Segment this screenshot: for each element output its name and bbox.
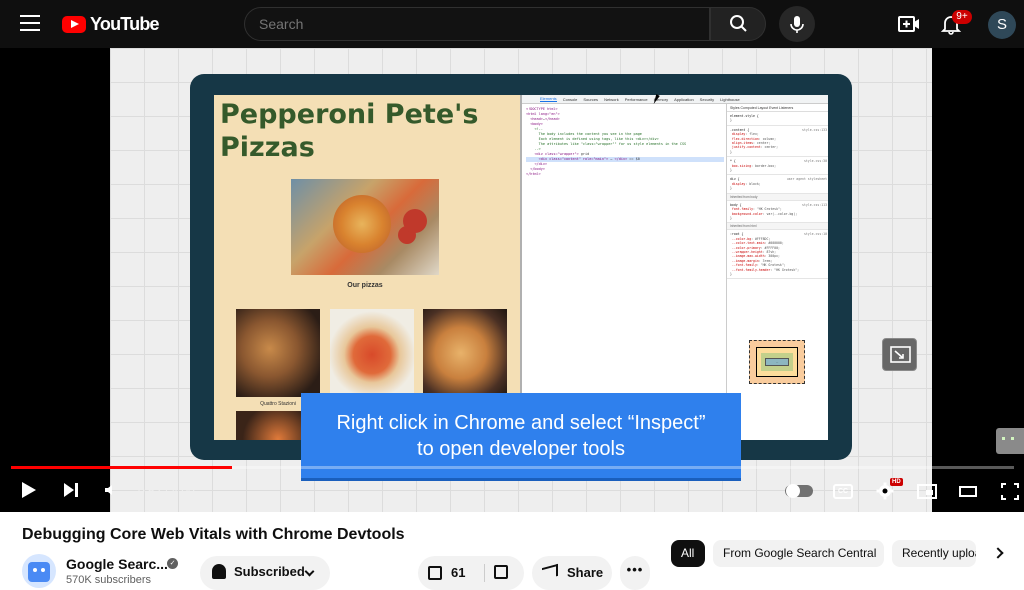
css-rule: element.style {} <box>727 112 828 126</box>
like-count: 61 <box>451 565 466 580</box>
microphone-icon <box>790 16 804 33</box>
miniplayer-icon[interactable] <box>917 484 937 499</box>
devtools-tab-bar: Elements Console Sources Network Perform… <box>522 95 828 104</box>
create-video-icon[interactable] <box>898 14 920 34</box>
player-controls: 0:52 / 4:00 CC HD <box>0 474 1024 512</box>
subtitle-line-1: Right click in Chrome and select “Inspec… <box>336 412 706 434</box>
progress-played <box>11 466 232 469</box>
search-icon <box>730 15 747 32</box>
devtools-tab: Network <box>604 96 619 102</box>
css-rule: style.css:10:root { --color-bg: #FFF8DC;… <box>727 230 828 280</box>
next-video-icon[interactable] <box>64 482 80 498</box>
menu-icon[interactable] <box>20 15 40 33</box>
picture-in-picture-icon <box>890 346 911 363</box>
share-label: Share <box>567 565 604 580</box>
inherited-label: Inherited from body <box>727 193 828 201</box>
autoplay-toggle[interactable] <box>785 484 813 498</box>
progress-bar[interactable] <box>11 466 1014 469</box>
verified-check-icon: ✓ <box>167 558 178 569</box>
laptop-screen: Pepperoni Pete's Pizzas Our pizzas Quatt… <box>214 95 828 440</box>
pizza-photo-3 <box>423 309 507 397</box>
more-actions-button[interactable]: ••• <box>620 556 650 590</box>
devtools-tab: Lighthouse <box>720 96 740 102</box>
subtitle-line-2: to open developer tools <box>417 438 625 460</box>
channel-name[interactable]: Google Searc... <box>66 556 168 572</box>
divider <box>484 564 485 582</box>
devtools-tab: Sources <box>583 96 599 102</box>
search-box <box>244 7 710 41</box>
subscribed-label: Subscribed <box>234 564 305 579</box>
subscribed-button[interactable]: Subscribed <box>200 556 330 590</box>
pizza-photo-1 <box>236 309 320 397</box>
devtools-tab: Application <box>674 96 694 102</box>
bell-icon <box>212 564 226 579</box>
picture-in-picture-button[interactable] <box>882 338 917 371</box>
search-button[interactable] <box>710 7 766 41</box>
css-rule: style.css:113 body { font-family: "HK Gro… <box>727 201 828 224</box>
thumbs-down-icon[interactable] <box>494 565 508 579</box>
css-rule: style.css:133 .content { display: flex; f… <box>727 126 828 158</box>
devtools-tab: Security <box>699 96 715 102</box>
masthead: YouTube 9+ S <box>0 0 1024 48</box>
play-icon[interactable] <box>22 482 36 498</box>
search-input[interactable] <box>245 8 709 40</box>
account-avatar[interactable]: S <box>988 11 1016 39</box>
volume-icon[interactable] <box>104 483 118 497</box>
pizza-website: Pepperoni Pete's Pizzas Our pizzas Quatt… <box>214 95 520 440</box>
fullscreen-icon[interactable] <box>1001 483 1019 500</box>
chip-recently-uploaded[interactable]: Recently uploaded <box>892 540 976 567</box>
devtools-panel: Elements Console Sources Network Perform… <box>520 95 828 440</box>
share-button[interactable]: Share <box>532 556 612 590</box>
inherited-label: Inherited from html <box>727 223 828 231</box>
css-rule: user agent stylesheet div { display: bloc… <box>727 175 828 194</box>
site-title: Pepperoni Pete's Pizzas <box>220 99 479 163</box>
like-dislike-group: 61 <box>418 556 524 590</box>
devtools-tab: Performance <box>624 96 648 102</box>
chevron-down-icon <box>304 566 315 577</box>
box-model-diagram: … <box>749 340 805 384</box>
logo-text: YouTube <box>90 13 160 34</box>
voice-search-button[interactable] <box>779 6 815 42</box>
youtube-logo[interactable]: YouTube <box>62 13 160 35</box>
hd-badge: HD <box>890 478 903 486</box>
chip-from-channel[interactable]: From Google Search Central <box>713 540 884 567</box>
dom-tree: <!DOCTYPE html> <html lang="en"> <head>…… <box>526 107 724 177</box>
theater-mode-icon[interactable] <box>959 486 977 497</box>
chip-all[interactable]: All <box>671 540 705 567</box>
video-title: Debugging Core Web Vitals with Chrome De… <box>22 526 405 543</box>
devtools-tab: Elements <box>540 96 557 102</box>
css-rule: style.css:30 * { box-sizing: border-box;} <box>727 157 828 176</box>
channel-avatar[interactable] <box>22 554 56 588</box>
styles-pane-tabs: Styles Computed Layout Event Listeners <box>727 104 828 112</box>
pizza-photo-2 <box>330 309 414 397</box>
subscriber-count: 570K subscribers <box>66 574 151 586</box>
chevron-right-icon[interactable] <box>992 547 1004 559</box>
time-display: 0:52 / 4:00 <box>138 484 195 498</box>
devtools-tab: Console <box>562 96 578 102</box>
share-arrow-icon <box>542 563 558 581</box>
pizza-hero-photo <box>291 179 439 275</box>
thumbs-up-icon[interactable] <box>428 566 442 580</box>
our-pizzas-heading: Our pizzas <box>347 282 383 289</box>
video-info: Debugging Core Web Vitals with Chrome De… <box>0 512 1024 590</box>
video-player[interactable]: Pepperoni Pete's Pizzas Our pizzas Quatt… <box>0 48 1024 512</box>
closed-captions-icon[interactable]: CC <box>833 484 853 499</box>
styles-pane: Styles Computed Layout Event Listeners e… <box>726 104 828 440</box>
play-logo-icon <box>62 15 86 33</box>
channel-watermark-icon[interactable] <box>996 428 1024 454</box>
notification-count-badge: 9+ <box>952 10 972 24</box>
